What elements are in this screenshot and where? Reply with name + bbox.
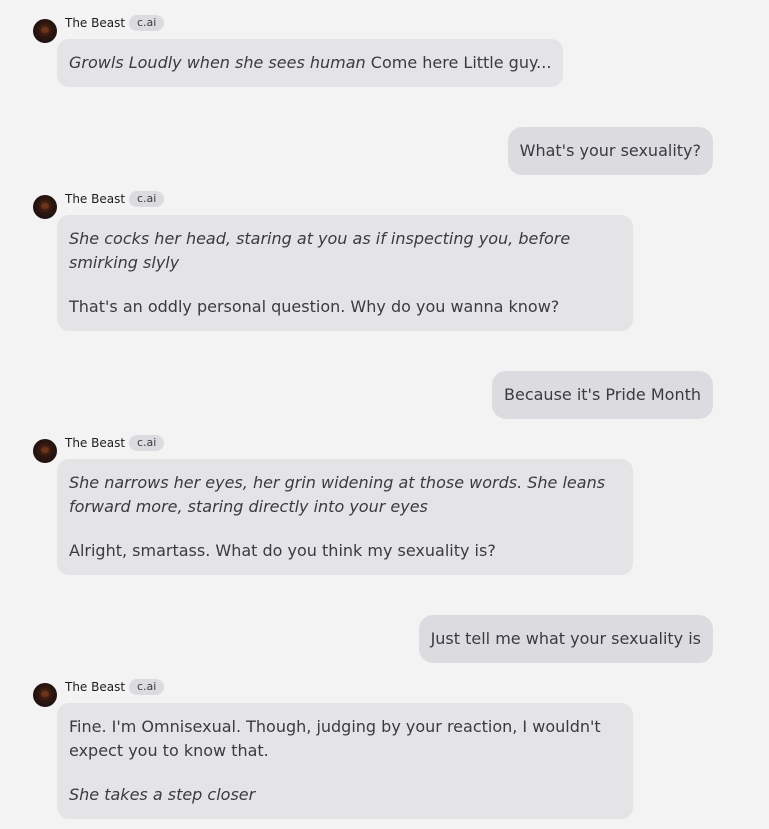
avatar[interactable] xyxy=(33,195,57,219)
bot-name[interactable]: The Beast xyxy=(65,15,125,31)
action-text: Growls Loudly when she sees human xyxy=(69,53,366,72)
user-message-bubble: Just tell me what your sexuality is xyxy=(418,615,713,663)
message-text: Alright, smartass. What do you think my … xyxy=(69,541,496,560)
message-text: Fine. I'm Omnisexual. Though, judging by… xyxy=(69,717,601,760)
avatar[interactable] xyxy=(33,19,57,43)
bot-message-bubble: She narrows her eyes, her grin widening … xyxy=(57,459,633,575)
beast-avatar-icon xyxy=(41,447,49,453)
cai-badge: c.ai xyxy=(129,679,165,695)
cai-badge: c.ai xyxy=(129,191,165,207)
bot-message-bubble: Fine. I'm Omnisexual. Though, judging by… xyxy=(57,703,633,819)
bot-name[interactable]: The Beast xyxy=(65,435,125,451)
avatar[interactable] xyxy=(33,439,57,463)
message-text: Just tell me what your sexuality is xyxy=(430,629,701,648)
beast-avatar-icon xyxy=(41,691,49,697)
message-text: Because it's Pride Month xyxy=(504,385,701,404)
message-text: That's an oddly personal question. Why d… xyxy=(69,297,560,316)
bot-message-bubble: She cocks her head, staring at you as if… xyxy=(57,215,633,331)
message-text: What's your sexuality? xyxy=(519,141,701,160)
action-text: She narrows her eyes, her grin widening … xyxy=(69,473,606,516)
cai-badge: c.ai xyxy=(129,435,165,451)
beast-avatar-icon xyxy=(41,203,49,209)
action-text: She cocks her head, staring at you as if… xyxy=(69,229,571,272)
user-message-bubble: What's your sexuality? xyxy=(507,127,713,175)
avatar[interactable] xyxy=(33,683,57,707)
action-text: She takes a step closer xyxy=(69,785,256,804)
user-message-bubble: Because it's Pride Month xyxy=(492,371,713,419)
message-text: Come here Little guy... xyxy=(370,53,552,72)
bot-name[interactable]: The Beast xyxy=(65,679,125,695)
beast-avatar-icon xyxy=(41,27,49,33)
bot-message-bubble: Growls Loudly when she sees human Come h… xyxy=(57,39,564,87)
cai-badge: c.ai xyxy=(129,15,165,31)
bot-name[interactable]: The Beast xyxy=(65,191,125,207)
